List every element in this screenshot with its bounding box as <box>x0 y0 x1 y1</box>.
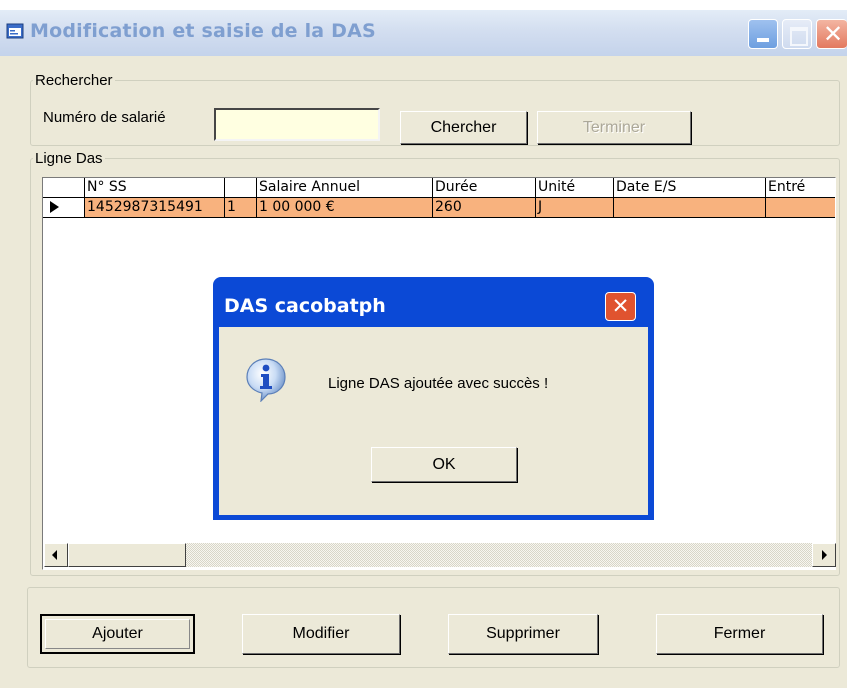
dialog-close-icon[interactable]: ✕ <box>605 292 636 321</box>
grid-header-selector <box>43 178 85 198</box>
table-row-cell-nss[interactable]: 1452987315491 <box>85 198 225 218</box>
employee-number-input[interactable] <box>214 108 380 141</box>
scroll-left-arrow-icon[interactable] <box>44 543 68 567</box>
table-row-cell-annual-salary[interactable]: 1 00 000 € <box>257 198 433 218</box>
window-title: Modification et saisie de la DAS <box>30 20 376 42</box>
current-row-arrow-icon <box>50 201 59 213</box>
add-button[interactable]: Ajouter <box>40 614 195 654</box>
dialog-message: Ligne DAS ajoutée avec succès ! <box>328 375 549 392</box>
table-row-cell-key[interactable]: 1 <box>225 198 257 218</box>
grid-header-key[interactable] <box>225 178 257 198</box>
grid-header-date-es[interactable]: Date E/S <box>614 178 766 198</box>
message-dialog: DAS cacobatph ✕ Ligne DAS ajoutée avec s… <box>213 277 654 520</box>
dialog-title: DAS cacobatph <box>224 295 386 317</box>
grid-header-nss[interactable]: N° SS <box>85 178 225 198</box>
grid-header-unit[interactable]: Unité <box>536 178 614 198</box>
info-icon <box>246 358 286 402</box>
grid-header-duration[interactable]: Durée <box>433 178 536 198</box>
maximize-icon[interactable] <box>782 19 812 49</box>
app-window-icon <box>6 23 24 39</box>
title-bar[interactable]: Modification et saisie de la DAS ✕ <box>0 10 847 56</box>
scroll-right-arrow-icon[interactable] <box>812 543 836 567</box>
close-icon[interactable]: ✕ <box>816 19 847 49</box>
search-button[interactable]: Chercher <box>400 111 527 144</box>
minimize-icon[interactable] <box>748 19 778 49</box>
grid-header-entree[interactable]: Entré <box>766 178 835 198</box>
close-button[interactable]: Fermer <box>656 614 823 654</box>
table-row-cell-date-es[interactable] <box>614 198 766 218</box>
table-row-cell-duration[interactable]: 260 <box>433 198 536 218</box>
horizontal-scrollbar[interactable] <box>44 543 836 567</box>
table-row-cell-entree[interactable] <box>766 198 835 218</box>
das-lines-legend: Ligne Das <box>35 150 103 167</box>
add-button-label: Ajouter <box>45 619 190 649</box>
scrollbar-thumb[interactable] <box>68 543 186 567</box>
close-glyph: ✕ <box>823 20 844 48</box>
employee-number-label: Numéro de salarié <box>43 109 166 126</box>
table-row-cell-unit[interactable]: J <box>536 198 614 218</box>
delete-button[interactable]: Supprimer <box>448 614 598 654</box>
dialog-body: Ligne DAS ajoutée avec succès ! OK <box>219 327 648 515</box>
modify-button[interactable]: Modifier <box>242 614 400 654</box>
ok-button[interactable]: OK <box>371 447 517 482</box>
finish-button[interactable]: Terminer <box>537 111 691 144</box>
row-selector[interactable] <box>43 198 85 218</box>
search-group-legend: Rechercher <box>35 72 113 89</box>
grid-header-annual-salary[interactable]: Salaire Annuel <box>257 178 433 198</box>
